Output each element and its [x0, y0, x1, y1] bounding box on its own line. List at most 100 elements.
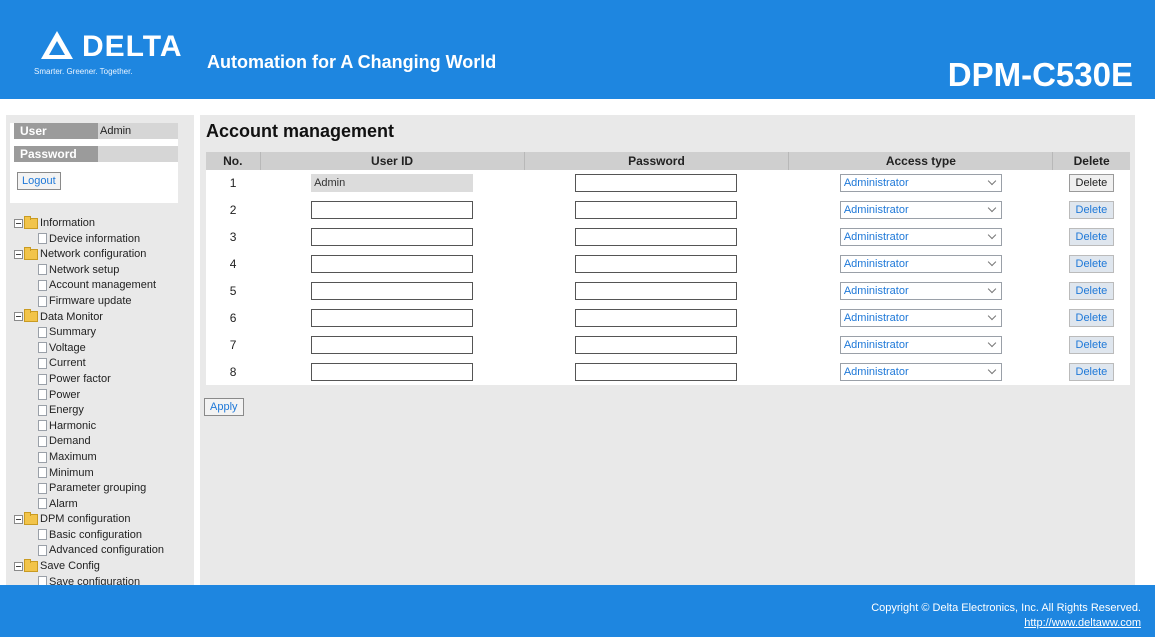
nav-item[interactable]: Power factor: [14, 372, 194, 388]
nav-item[interactable]: Device information: [14, 232, 194, 248]
access-type-cell: Administrator: [789, 197, 1053, 224]
nav-label: Network setup: [49, 263, 120, 276]
delete-button[interactable]: Delete: [1068, 308, 1115, 327]
folder-icon: [24, 558, 38, 572]
nav-item[interactable]: Power: [14, 388, 194, 404]
delete-button[interactable]: Delete: [1068, 228, 1115, 247]
delete-button[interactable]: Delete: [1068, 282, 1115, 300]
nav-item[interactable]: Basic configuration: [14, 528, 194, 544]
nav-group[interactable]: Save Config: [14, 558, 194, 575]
logout-button[interactable]: Logout: [17, 172, 61, 190]
row-number: 7: [229, 337, 237, 352]
user-id-input[interactable]: [311, 201, 474, 220]
header-slogan: Automation for A Changing World: [207, 52, 497, 72]
user-id-input[interactable]: [311, 255, 474, 274]
user-value: Admin: [98, 123, 178, 139]
access-type-select[interactable]: Administrator: [839, 335, 1002, 354]
password-input[interactable]: [575, 174, 738, 193]
page-icon: [38, 498, 47, 510]
access-type-select[interactable]: Administrator: [839, 201, 1002, 220]
nav-item[interactable]: Voltage: [14, 341, 194, 357]
user-id-input: [311, 174, 474, 193]
chevron-down-icon: [987, 204, 997, 213]
user-id-input[interactable]: [311, 282, 474, 300]
access-type-select[interactable]: Administrator: [839, 282, 1002, 300]
collapse-toggle-icon[interactable]: [14, 312, 23, 322]
password-cell: [524, 358, 789, 385]
delete-cell: Delete: [1053, 278, 1130, 305]
nav-item[interactable]: Advanced configuration: [14, 543, 194, 559]
password-input[interactable]: [575, 308, 738, 327]
page-icon: [38, 279, 47, 291]
nav-item[interactable]: Harmonic: [14, 419, 194, 435]
access-type-select[interactable]: Administrator: [839, 308, 1002, 327]
nav-group[interactable]: Data Monitor: [14, 309, 194, 326]
nav-group[interactable]: Network configuration: [14, 246, 194, 263]
nav-tree: Information Device information Network con…: [14, 215, 194, 590]
collapse-toggle-icon[interactable]: [14, 514, 23, 524]
access-type-select[interactable]: Administrator: [839, 255, 1002, 274]
page-icon: [38, 389, 47, 401]
nav-label: Power factor: [49, 372, 111, 385]
website-link[interactable]: http://www.deltaww.com: [1024, 617, 1141, 629]
delete-button[interactable]: Delete: [1068, 174, 1115, 193]
access-type-select[interactable]: Administrator: [839, 228, 1002, 247]
delete-button[interactable]: Delete: [1068, 362, 1115, 381]
nav-item[interactable]: Demand: [14, 434, 194, 450]
logo-tagline: Smarter. Greener. Together.: [34, 67, 133, 76]
user-id-input[interactable]: [311, 362, 474, 381]
nav-item[interactable]: Parameter grouping: [14, 481, 194, 497]
password-cell: [524, 251, 789, 278]
password-input[interactable]: [575, 362, 738, 381]
user-id-input[interactable]: [311, 308, 474, 327]
access-type-cell: Administrator: [789, 170, 1053, 197]
password-input[interactable]: [575, 228, 738, 247]
nav-item[interactable]: Network setup: [14, 263, 194, 279]
user-id-input[interactable]: [311, 335, 474, 354]
password-input[interactable]: [575, 255, 738, 274]
apply-button[interactable]: Apply: [204, 398, 244, 416]
nav-group[interactable]: DPM configuration: [14, 511, 194, 528]
nav-item[interactable]: Maximum: [14, 450, 194, 466]
password-input[interactable]: [575, 201, 738, 220]
nav-item[interactable]: Current: [14, 356, 194, 372]
access-type-select[interactable]: Administrator: [839, 174, 1002, 193]
collapse-toggle-icon[interactable]: [14, 249, 23, 259]
password-input[interactable]: [575, 282, 738, 300]
column-header-no: No.: [206, 152, 261, 170]
delete-button[interactable]: Delete: [1068, 335, 1115, 354]
access-type-cell: Administrator: [789, 224, 1053, 251]
nav-group[interactable]: Information: [14, 215, 194, 232]
password-cell: [524, 304, 789, 331]
folder-icon: [24, 309, 38, 323]
chevron-down-icon: [987, 177, 997, 186]
nav-label: Energy: [49, 404, 84, 417]
user-id-input[interactable]: [311, 228, 474, 247]
chevron-down-icon: [987, 230, 997, 240]
collapse-toggle-icon[interactable]: [14, 561, 23, 571]
delete-button[interactable]: Delete: [1068, 201, 1115, 220]
folder-icon: [24, 215, 38, 229]
user-id-cell: [260, 358, 524, 385]
nav-item[interactable]: Firmware update: [14, 294, 194, 310]
access-type-select[interactable]: Administrator: [839, 362, 1002, 381]
page-icon: [38, 342, 47, 354]
collapse-toggle-icon[interactable]: [14, 218, 23, 228]
nav-item[interactable]: Energy: [14, 403, 194, 419]
nav-item[interactable]: Account management: [14, 278, 194, 294]
page-icon: [38, 482, 47, 494]
nav-label: Basic configuration: [49, 528, 142, 541]
chevron-down-icon: [987, 365, 997, 374]
nav-item[interactable]: Summary: [14, 325, 194, 341]
user-id-cell: [260, 304, 524, 331]
page-icon: [38, 529, 47, 541]
access-type-value: Administrator: [843, 285, 909, 297]
page-icon: [38, 373, 47, 385]
user-id-cell: [260, 197, 524, 224]
nav-item[interactable]: Alarm: [14, 497, 194, 513]
password-input[interactable]: [575, 335, 738, 354]
nav-item[interactable]: Minimum: [14, 466, 194, 482]
folder-icon: [24, 511, 38, 525]
table-row: 7 Administrator Delete: [206, 331, 1130, 358]
delete-button[interactable]: Delete: [1068, 255, 1115, 274]
